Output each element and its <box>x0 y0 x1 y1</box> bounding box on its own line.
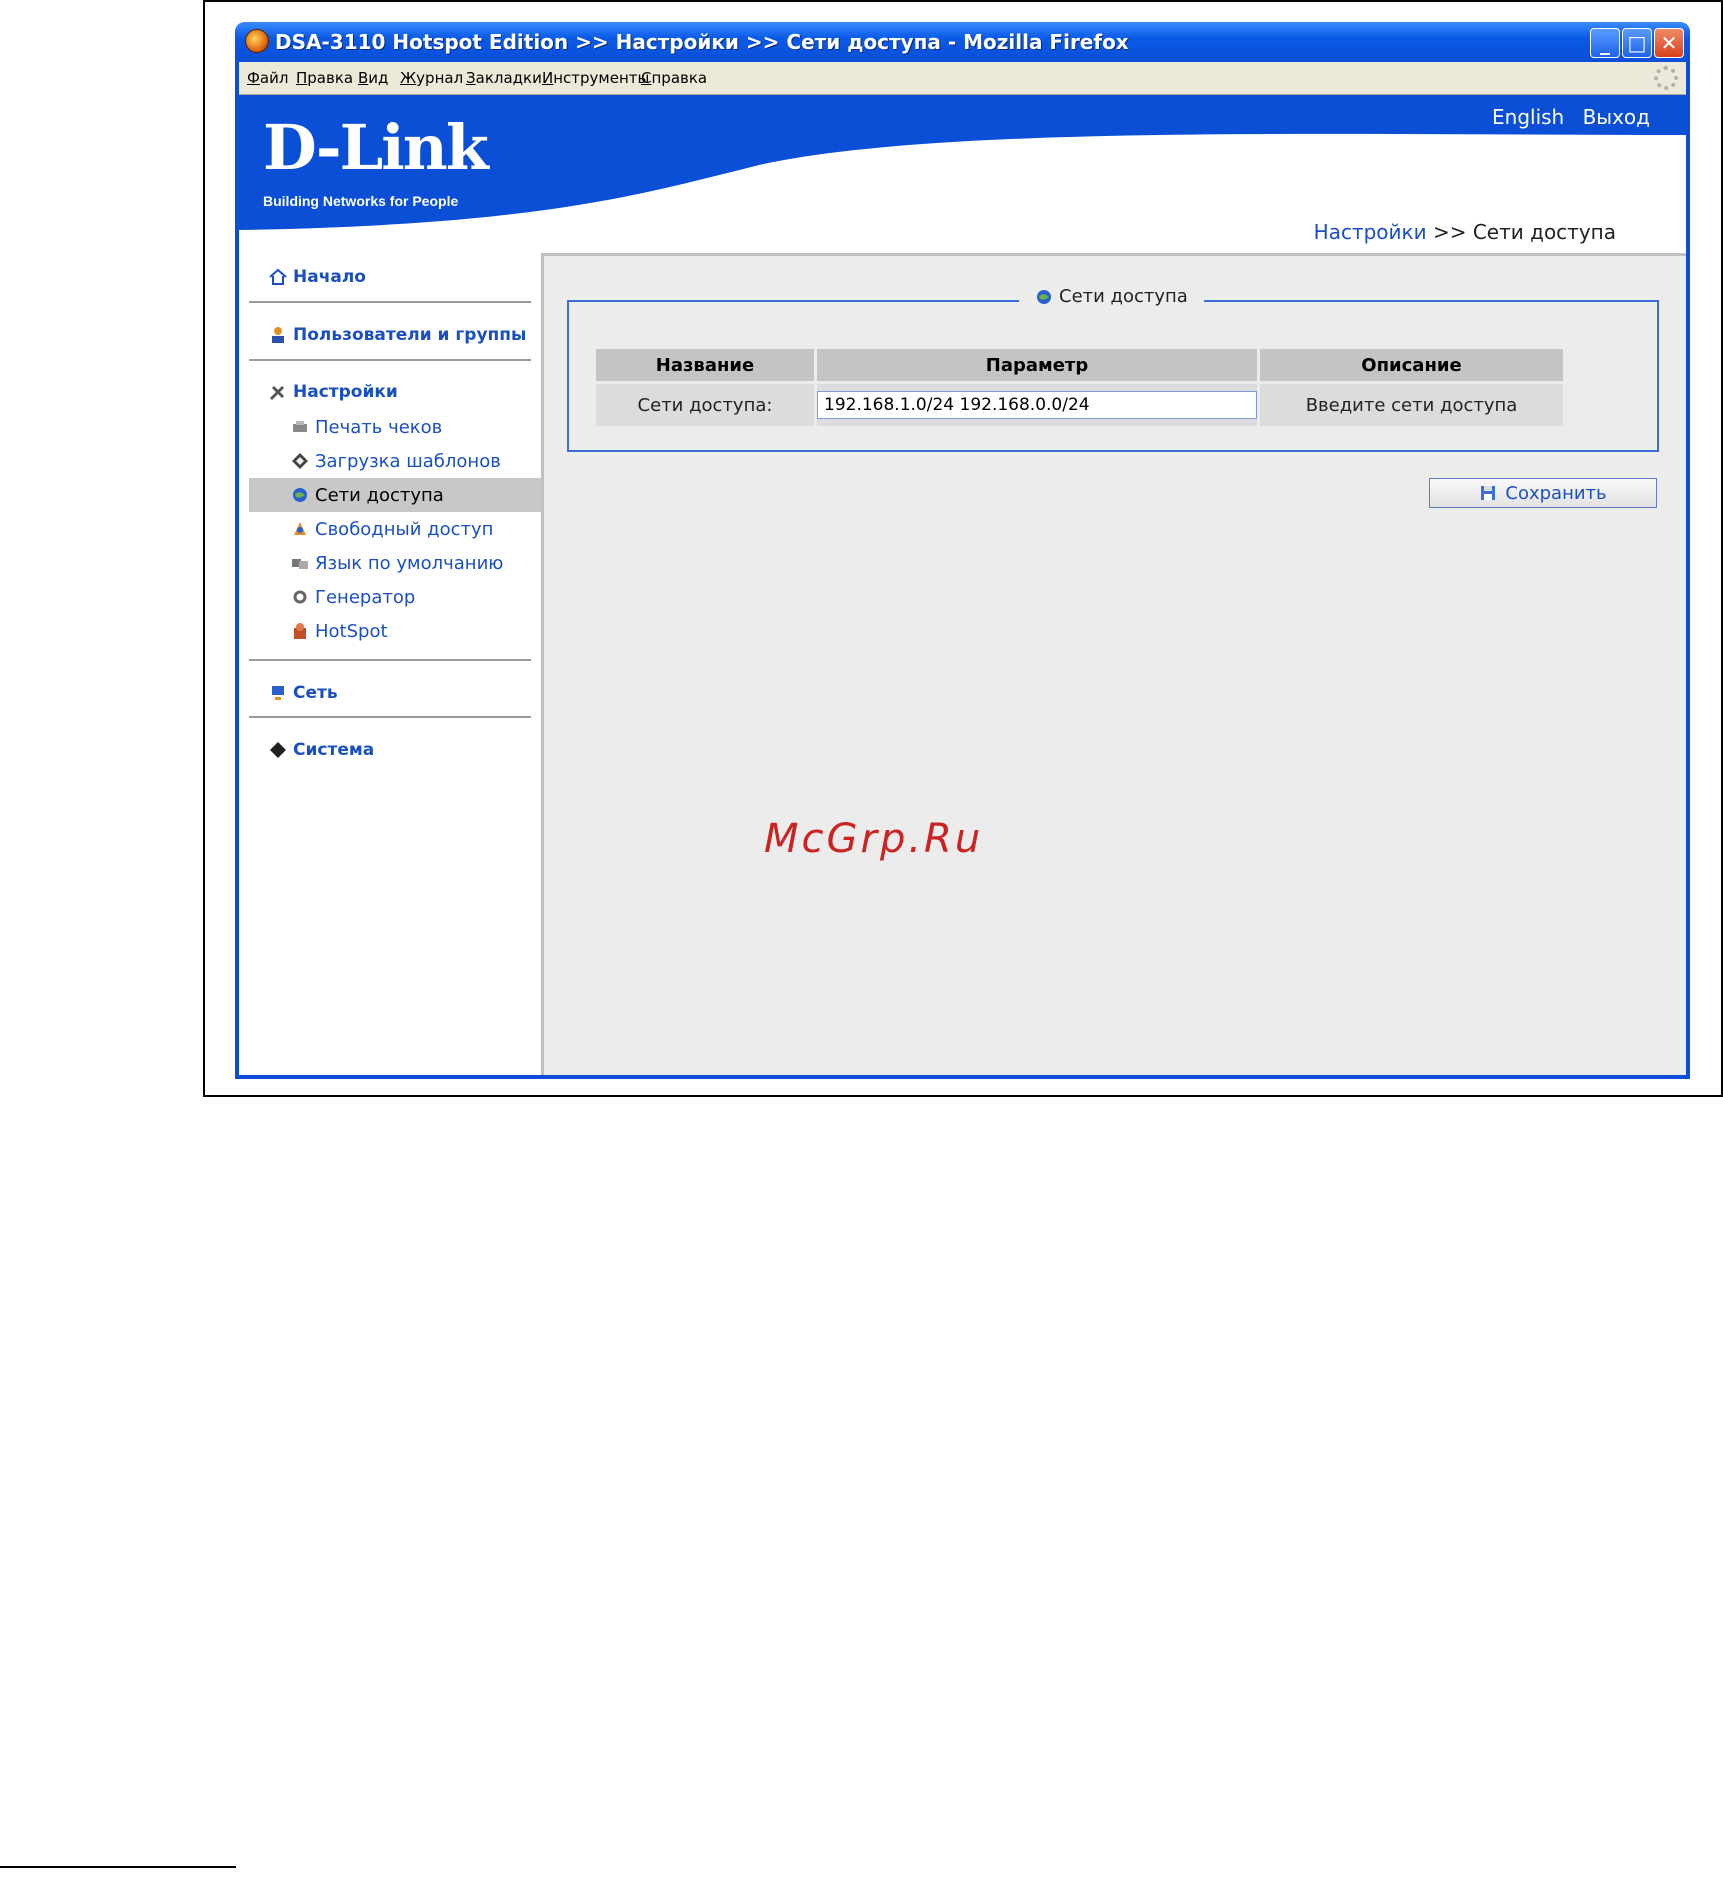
template-icon <box>292 453 308 469</box>
sidebar-item-label: Система <box>293 740 375 760</box>
row-description: Введите сети доступа <box>1260 384 1563 426</box>
access-networks-fieldset: Сети доступа Название Параметр Описание <box>567 286 1659 452</box>
sidebar-item-label: HotSpot <box>315 620 388 642</box>
sidebar-divider <box>249 716 531 718</box>
breadcrumb-current: Сети доступа <box>1472 220 1616 244</box>
column-header-parameter: Параметр <box>817 349 1257 381</box>
system-icon <box>270 742 286 758</box>
sidebar-item-home[interactable]: Начало <box>269 267 366 287</box>
sidebar-item-label: Свободный доступ <box>315 518 494 540</box>
sidebar-item-label: Язык по умолчанию <box>315 552 504 574</box>
save-button[interactable]: Сохранить <box>1429 478 1657 508</box>
window-title: DSA-3110 Hotspot Edition >> Настройки >>… <box>275 30 1129 54</box>
save-button-label: Сохранить <box>1505 482 1607 504</box>
sidebar-item-generator[interactable]: Генератор <box>249 580 549 614</box>
column-header-description: Описание <box>1260 349 1563 381</box>
sidebar-divider <box>249 659 531 661</box>
floppy-disk-icon <box>1481 486 1496 500</box>
network-globe-icon <box>1037 289 1051 304</box>
sidebar-item-label: Сеть <box>293 683 338 703</box>
menu-help[interactable]: Справка <box>641 69 707 87</box>
home-icon <box>269 268 287 285</box>
computer-icon <box>272 686 284 700</box>
generator-icon <box>293 590 307 604</box>
sidebar-item-network[interactable]: Сеть <box>269 683 338 703</box>
column-header-name: Название <box>596 349 814 381</box>
access-networks-input[interactable] <box>817 391 1257 419</box>
fieldset-title: Сети доступа <box>1059 286 1188 307</box>
throbber-icon <box>1654 66 1678 90</box>
logout-link[interactable]: Выход <box>1583 105 1650 129</box>
header-band: D-Link Building Networks for People Engl… <box>239 95 1686 245</box>
menu-history[interactable]: Журнал <box>400 69 463 87</box>
sidebar-item-label: Сети доступа <box>315 484 444 506</box>
table-row: Сети доступа: Введите сети доступа <box>596 384 1563 426</box>
sidebar-item-default-language[interactable]: Язык по умолчанию <box>249 546 549 580</box>
screenshot-frame: DSA-3110 Hotspot Edition >> Настройки >>… <box>203 0 1723 1097</box>
sidebar-item-templates[interactable]: Загрузка шаблонов <box>249 444 549 478</box>
sidebar-item-access-networks[interactable]: Сети доступа <box>249 478 549 512</box>
main-panel: Сети доступа Название Параметр Описание <box>541 253 1686 1075</box>
logo-tagline: Building Networks for People <box>263 193 459 209</box>
network-globe-icon <box>293 488 307 502</box>
sidebar-item-label: Генератор <box>315 586 416 608</box>
firefox-icon <box>245 29 269 53</box>
sidebar-item-label: Настройки <box>293 382 398 402</box>
sidebar-item-label: Печать чеков <box>315 416 443 438</box>
menu-tools[interactable]: Инструменты <box>542 69 649 87</box>
breadcrumb-separator: >> <box>1432 220 1467 244</box>
language-icon <box>292 559 308 569</box>
params-table: Название Параметр Описание Сети доступа: <box>593 346 1566 429</box>
close-button[interactable]: ✕ <box>1654 28 1684 58</box>
menu-bookmarks[interactable]: Закладки <box>466 69 542 87</box>
top-links: English Выход <box>1480 105 1650 129</box>
sidebar-item-system[interactable]: Система <box>269 740 374 760</box>
browser-window: DSA-3110 Hotspot Edition >> Настройки >>… <box>235 22 1690 1079</box>
users-icon <box>272 327 284 343</box>
sidebar: Начало Пользователи и группы Настройки П… <box>239 245 549 1075</box>
row-parameter-cell <box>817 384 1257 426</box>
watermark: McGrp.Ru <box>764 816 984 862</box>
menu-file[interactable]: Файл <box>247 69 288 87</box>
tools-icon <box>269 385 285 401</box>
sidebar-item-label: Начало <box>293 267 366 287</box>
hotspot-icon <box>294 623 306 639</box>
printer-icon <box>293 421 307 432</box>
menu-view[interactable]: Вид <box>358 69 388 87</box>
fieldset-legend: Сети доступа <box>1019 286 1204 307</box>
english-link[interactable]: English <box>1492 105 1564 129</box>
maximize-button[interactable]: □ <box>1622 28 1652 58</box>
title-bar: DSA-3110 Hotspot Edition >> Настройки >>… <box>235 22 1690 62</box>
sidebar-item-label: Пользователи и группы <box>293 325 527 345</box>
sidebar-item-settings[interactable]: Настройки <box>269 382 398 402</box>
sidebar-item-label: Загрузка шаблонов <box>315 450 501 472</box>
breadcrumb: Настройки >> Сети доступа <box>1314 220 1616 244</box>
minimize-button[interactable]: _ <box>1590 28 1620 58</box>
sidebar-item-print-receipts[interactable]: Печать чеков <box>249 410 549 444</box>
free-access-icon <box>294 522 306 535</box>
footnote-rule <box>0 1866 236 1868</box>
sidebar-item-hotspot[interactable]: HotSpot <box>249 614 549 648</box>
dlink-logo: D-Link <box>263 111 489 184</box>
menu-bar: Файл Правка Вид Журнал Закладки Инструме… <box>239 62 1686 95</box>
row-name: Сети доступа: <box>596 384 814 426</box>
breadcrumb-settings-link[interactable]: Настройки <box>1314 220 1427 244</box>
menu-edit[interactable]: Правка <box>296 69 353 87</box>
sidebar-item-free-access[interactable]: Свободный доступ <box>249 512 549 546</box>
sidebar-item-users[interactable]: Пользователи и группы <box>269 325 526 345</box>
sidebar-divider <box>249 301 531 303</box>
page-content: D-Link Building Networks for People Engl… <box>239 95 1686 1075</box>
sidebar-divider <box>249 359 531 361</box>
